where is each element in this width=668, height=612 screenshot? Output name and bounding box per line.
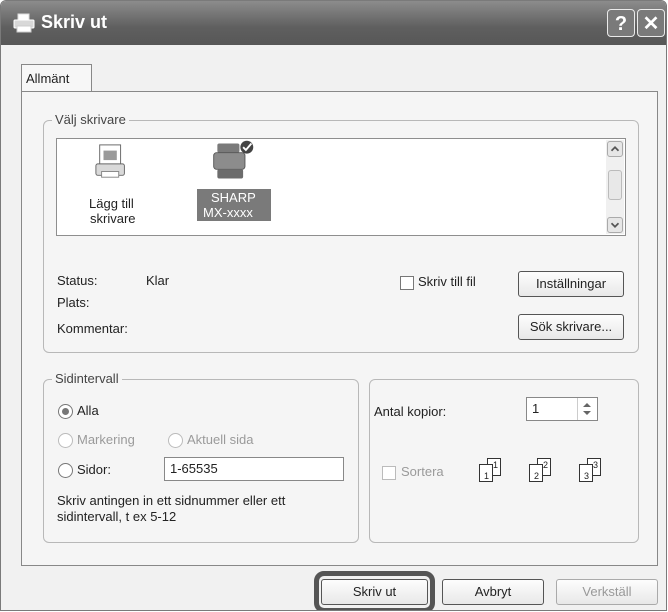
collate-page-front-3: 3 [579, 464, 593, 482]
radio-dot-icon [62, 408, 69, 415]
page-range-legend: Sidintervall [52, 371, 122, 386]
current-page-label: Aktuell sida [187, 432, 254, 447]
current-page-radio[interactable] [168, 433, 183, 448]
collate-label: Sortera [401, 464, 444, 479]
close-button[interactable]: ✕ [637, 9, 665, 37]
copies-spin-icon[interactable] [577, 398, 596, 420]
list-scrollbar[interactable] [606, 140, 624, 234]
printer-name-label: SHARP [211, 190, 256, 205]
printer-label-selected: SHARP MX-xxxx [197, 189, 271, 221]
collate-checkbox[interactable] [382, 466, 396, 480]
find-printer-button[interactable]: Sök skrivare... [518, 314, 624, 340]
scroll-thumb[interactable] [608, 170, 622, 200]
selection-label: Markering [77, 432, 135, 447]
tab-general[interactable]: Allmänt [21, 64, 92, 92]
scroll-down-icon[interactable] [607, 217, 623, 233]
status-label: Status: [57, 273, 98, 288]
apply-button[interactable]: Verkställ [556, 579, 658, 605]
all-pages-radio[interactable] [58, 404, 73, 419]
help-button[interactable]: ? [607, 9, 635, 37]
print-dialog: Skriv ut ? ✕ Allmänt Välj skrivare Lägg … [0, 0, 667, 611]
preferences-button[interactable]: Inställningar [518, 271, 624, 297]
collate-page-front-2: 2 [529, 464, 543, 482]
add-printer-label-1: Lägg till [89, 196, 134, 211]
location-label: Plats: [57, 295, 90, 310]
page-range-help-1: Skriv antingen in ett sidnummer eller et… [57, 493, 286, 508]
print-to-file-checkbox[interactable] [400, 276, 414, 290]
copies-label: Antal kopior: [374, 404, 447, 419]
printer-title-icon [13, 13, 35, 33]
page-range-help-2: sidintervall, t ex 5-12 [57, 509, 177, 524]
status-value: Klar [146, 273, 170, 288]
printer-model-label: MX-xxxx [203, 205, 253, 220]
print-to-file-label: Skriv till fil [418, 274, 476, 289]
collate-illustration: 1 1 2 2 3 3 [475, 456, 625, 491]
collate-page-front-1: 1 [479, 464, 493, 482]
cancel-button[interactable]: Avbryt [442, 579, 544, 605]
selection-radio[interactable] [58, 433, 73, 448]
scroll-up-icon[interactable] [607, 141, 623, 157]
title-bar[interactable]: Skriv ut ? ✕ [1, 1, 666, 45]
window-title: Skriv ut [41, 12, 108, 32]
select-printer-legend: Välj skrivare [52, 112, 129, 127]
add-printer-label-2: skrivare [90, 211, 136, 226]
close-icon: ✕ [642, 13, 660, 35]
printer-list[interactable]: Lägg till skrivare SHARP MX-xxxx [56, 138, 626, 236]
add-printer-icon [95, 144, 125, 178]
pages-radio[interactable] [58, 463, 73, 478]
copies-value: 1 [532, 401, 540, 416]
list-item-sharp-printer[interactable]: SHARP MX-xxxx [195, 139, 275, 233]
comment-label: Kommentar: [57, 321, 128, 336]
printer-icon [213, 140, 254, 179]
pages-label: Sidor: [77, 462, 111, 477]
copies-input[interactable]: 1 [526, 397, 598, 421]
all-pages-label: Alla [77, 403, 99, 418]
list-item-add-printer[interactable]: Lägg till skrivare [77, 143, 147, 233]
pages-input[interactable]: 1-65535 [164, 457, 344, 481]
print-button[interactable]: Skriv ut [321, 579, 428, 605]
